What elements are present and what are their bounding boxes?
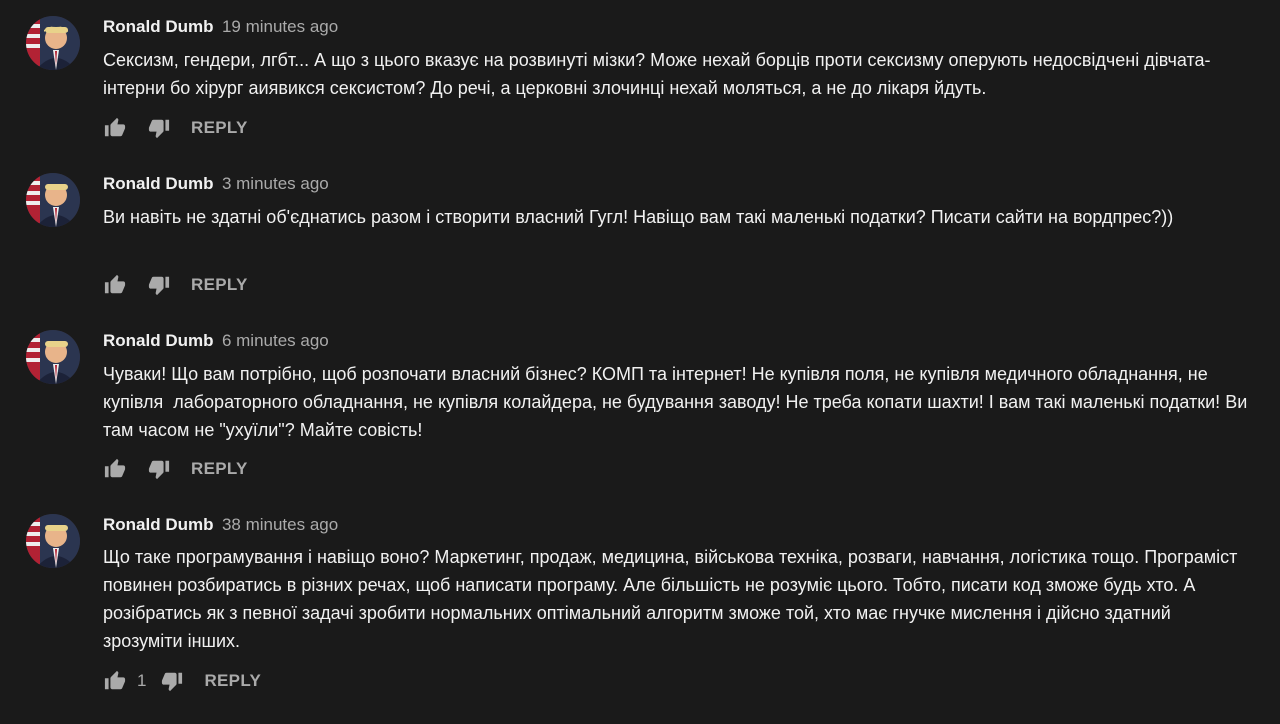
author-name[interactable]: Ronald Dumb <box>103 174 214 193</box>
thumb-down-icon[interactable] <box>160 669 184 693</box>
comment-text: Чуваки! Що вам потрібно, щоб розпочати в… <box>103 364 1253 440</box>
comment-timestamp[interactable]: 19 minutes ago <box>222 17 338 36</box>
reply-button[interactable]: REPLY <box>191 459 248 479</box>
comment-header: Ronald Dumb 38 minutes ago <box>103 513 338 537</box>
comment-header: Ronald Dumb 19 minutes ago <box>103 15 338 39</box>
thumb-down-icon[interactable] <box>147 457 171 481</box>
avatar[interactable] <box>26 330 80 384</box>
comment-actions: REPLY <box>103 271 248 299</box>
comment-header: Ronald Dumb 3 minutes ago <box>103 172 329 196</box>
avatar[interactable] <box>26 16 80 70</box>
thumb-up-icon[interactable] <box>103 116 127 140</box>
comment-timestamp[interactable]: 6 minutes ago <box>222 331 329 350</box>
thumb-down-icon[interactable] <box>147 273 171 297</box>
comment-actions: REPLY <box>103 114 248 142</box>
author-name[interactable]: Ronald Dumb <box>103 17 214 36</box>
comment-text: Що таке програмування і навіщо воно? Мар… <box>103 547 1243 651</box>
comment-text: Сексизм, гендери, лгбт... А що з цього в… <box>103 50 1211 98</box>
avatar[interactable] <box>26 514 80 568</box>
thumb-up-icon[interactable] <box>103 457 127 481</box>
reply-button[interactable]: REPLY <box>204 671 261 691</box>
thumb-up-icon[interactable] <box>103 273 127 297</box>
reply-button[interactable]: REPLY <box>191 275 248 295</box>
thumb-down-icon[interactable] <box>147 116 171 140</box>
author-name[interactable]: Ronald Dumb <box>103 515 214 534</box>
comment-header: Ronald Dumb 6 minutes ago <box>103 329 329 353</box>
comment-actions: 1 REPLY <box>103 667 261 695</box>
author-name[interactable]: Ronald Dumb <box>103 331 214 350</box>
comment-timestamp[interactable]: 38 minutes ago <box>222 515 338 534</box>
comment-actions: REPLY <box>103 455 248 483</box>
comment-text: Ви навіть не здатні об'єднатись разом і … <box>103 207 1174 227</box>
reply-button[interactable]: REPLY <box>191 118 248 138</box>
thumb-up-icon[interactable] <box>103 669 127 693</box>
comment-timestamp[interactable]: 3 minutes ago <box>222 174 329 193</box>
avatar[interactable] <box>26 173 80 227</box>
like-count: 1 <box>137 671 147 690</box>
